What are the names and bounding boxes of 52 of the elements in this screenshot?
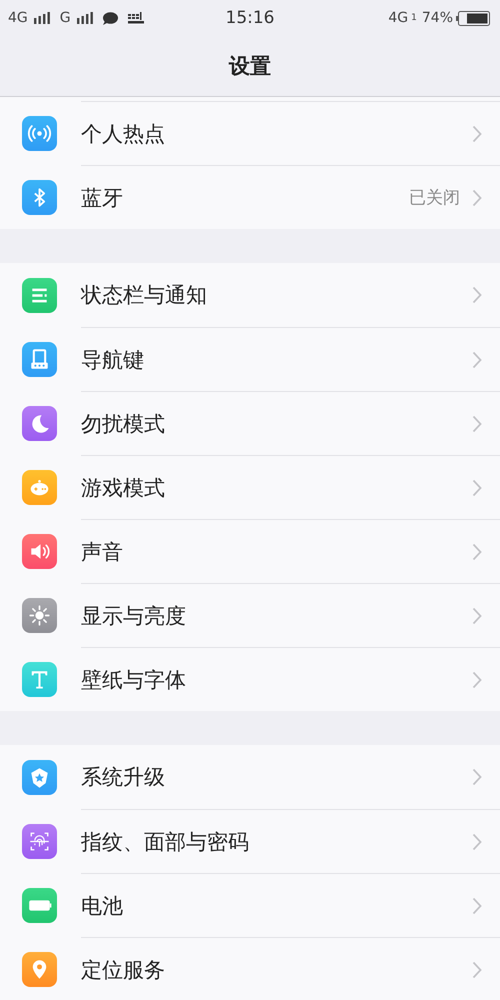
network-type: 4G	[388, 10, 408, 26]
network-type: G	[60, 10, 71, 26]
chevron-right-icon	[472, 350, 482, 368]
sun-icon	[22, 598, 57, 632]
chevron-right-icon	[472, 124, 482, 142]
setting-label: 指纹、面部与密码	[81, 828, 250, 856]
chevron-right-icon	[472, 188, 482, 206]
battery-percentage: 74%	[422, 10, 453, 26]
setting-label: 声音	[81, 538, 124, 566]
list-icon	[22, 278, 57, 312]
chevron-right-icon	[472, 286, 482, 304]
setting-label: 电池	[81, 892, 124, 920]
setting-label: 显示与亮度	[81, 602, 187, 630]
bluetooth-icon	[22, 180, 57, 214]
chevron-right-icon	[472, 606, 482, 624]
battery-icon	[456, 10, 490, 26]
shield-icon	[22, 760, 57, 794]
chevron-right-icon	[472, 960, 482, 978]
chevron-right-icon	[472, 832, 482, 850]
chat-bubble-icon	[102, 12, 118, 24]
keyboard-icon	[128, 12, 144, 24]
setting-label: 壁纸与字体	[81, 666, 187, 694]
network-type: 4G	[8, 10, 28, 26]
setting-label: 勿扰模式	[81, 410, 166, 438]
chevron-right-icon	[472, 414, 482, 432]
speaker-icon	[22, 534, 57, 568]
signal-icon	[76, 12, 93, 24]
location-pin-icon	[22, 952, 57, 986]
page-title: 设置	[229, 53, 271, 80]
chevron-right-icon	[472, 670, 482, 688]
setting-label: 状态栏与通知	[81, 282, 208, 309]
moon-icon	[22, 406, 57, 440]
battery-icon	[22, 888, 57, 922]
setting-label: 游戏模式	[81, 474, 166, 502]
fingerprint-icon	[22, 824, 57, 858]
setting-label: 系统升级	[81, 764, 166, 791]
navigation-key-icon	[22, 342, 57, 376]
gamepad-icon	[22, 470, 57, 504]
chevron-right-icon	[472, 896, 482, 914]
letter-t-icon	[22, 662, 57, 696]
chevron-right-icon	[472, 478, 482, 496]
chevron-right-icon	[472, 542, 482, 560]
chevron-right-icon	[472, 768, 482, 786]
clock: 15:16	[226, 8, 274, 28]
setting-label: 蓝牙	[81, 184, 124, 212]
wifi-hotspot-icon	[22, 116, 57, 150]
signal-icon	[32, 12, 50, 24]
setting-value: 已关闭	[409, 187, 460, 209]
sim-number: 1	[411, 13, 417, 23]
setting-label: 个人热点	[81, 120, 166, 148]
setting-label: 导航键	[81, 346, 145, 374]
setting-label: 定位服务	[81, 956, 166, 984]
